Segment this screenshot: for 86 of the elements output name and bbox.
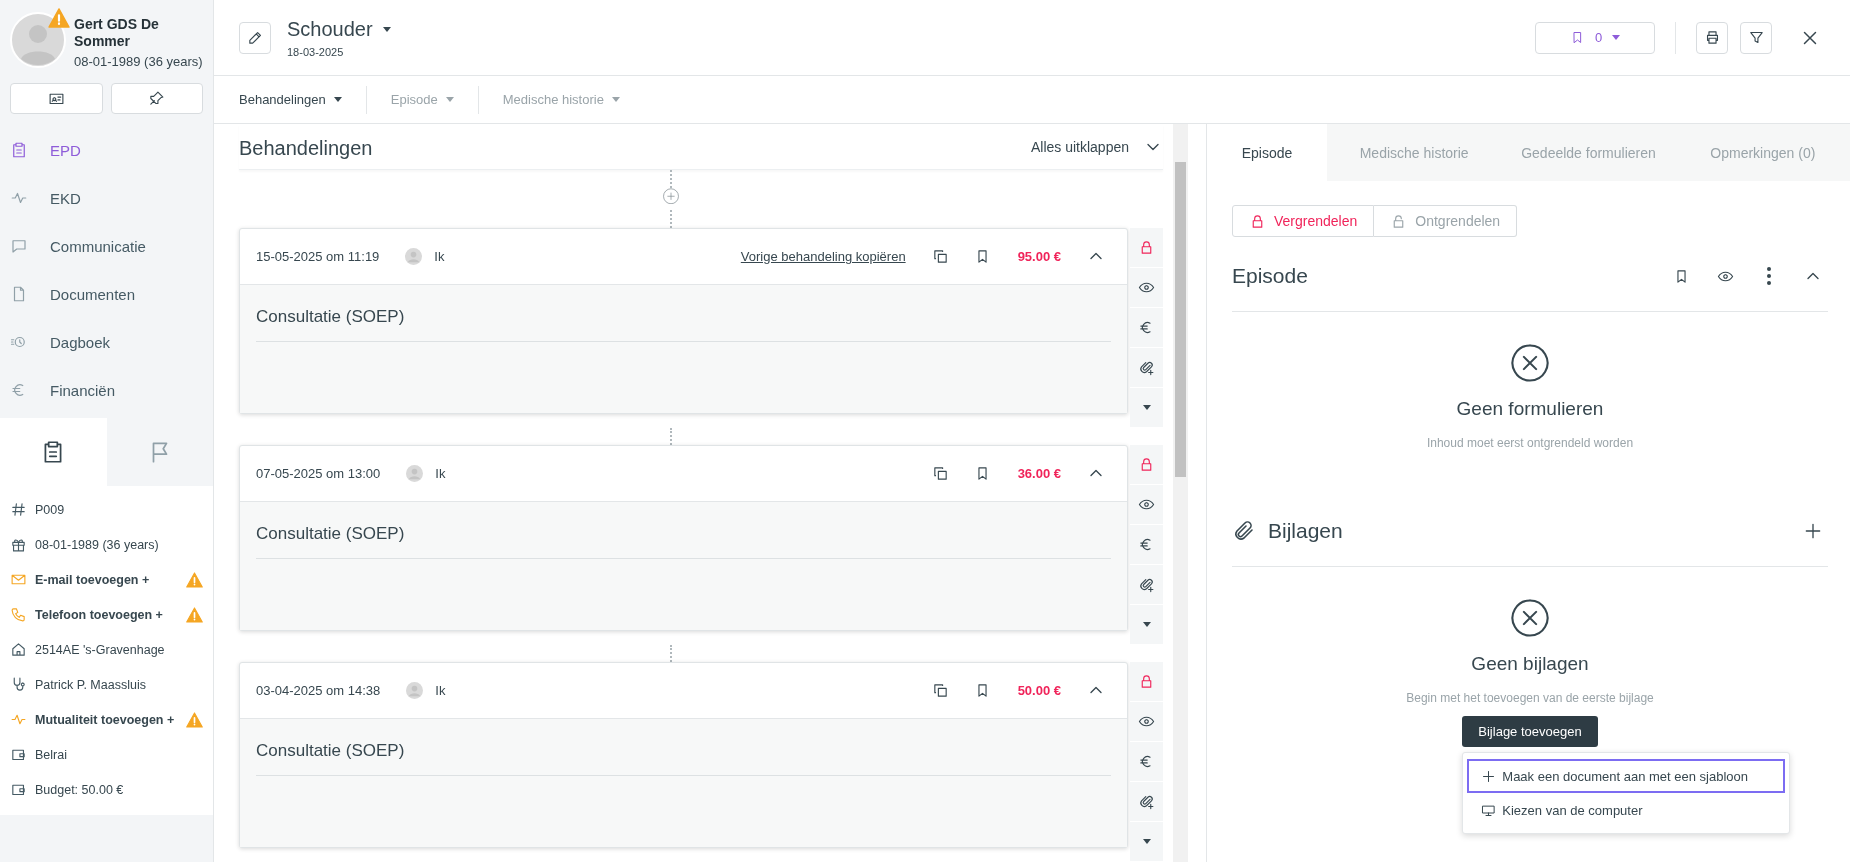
plus-icon — [1803, 521, 1823, 541]
chat-bubble-icon — [10, 237, 28, 255]
hash-icon — [10, 501, 27, 518]
caret-icon — [382, 26, 391, 32]
treatment-date: 07-05-2025 om 13:00 — [256, 465, 381, 481]
caret-icon — [1612, 35, 1621, 40]
add-info-link[interactable]: Telefoon toevoegen + — [35, 607, 178, 622]
caret-icon — [611, 97, 620, 102]
avatar-icon — [10, 12, 66, 68]
caret-icon — [1142, 839, 1151, 844]
treatment-price: 36.00 € — [1017, 465, 1061, 481]
paperclip-plus-icon — [1138, 793, 1155, 810]
copy-previous-link[interactable]: Vorige behandeling kopiëren — [740, 248, 906, 264]
print-button[interactable] — [1696, 21, 1728, 54]
filter-button[interactable] — [1740, 21, 1772, 54]
sidebar-nav-item[interactable]: EPD — [0, 126, 213, 174]
copy-icon — [932, 247, 950, 265]
caret-icon — [1142, 621, 1151, 627]
menu-item[interactable]: Maak een document aan met een sjabloon — [1467, 759, 1786, 793]
clipboard-tab[interactable] — [0, 418, 107, 486]
panel-tab[interactable]: Episode — [1207, 124, 1327, 181]
scrollbar-thumb[interactable] — [1175, 162, 1186, 477]
treatment-date: 03-04-2025 om 14:38 — [256, 683, 381, 698]
caret-icon — [333, 97, 342, 102]
patient-info-text: 2514AE 's-Gravenhage — [35, 642, 166, 657]
patient-info-text: Belrai — [35, 747, 68, 762]
copy-icon — [932, 464, 950, 482]
treatment-date: 15-05-2025 om 11:19 — [256, 248, 380, 264]
patient-info-text: 08-01-1989 (36 years) — [35, 537, 160, 552]
add-info-link[interactable]: Mutualiteit toevoegen + — [35, 712, 178, 727]
patient-name: Gert GDS De Sommer — [74, 16, 160, 50]
patient-birthdate: 08-01-1989 (36 years) — [74, 54, 204, 69]
menu-item[interactable]: Kiezen van de computer — [1467, 793, 1786, 827]
sidebar-nav-item[interactable]: Communicatie — [0, 222, 213, 270]
monitor-icon — [1481, 802, 1497, 818]
caret-icon — [1142, 404, 1151, 410]
plus-icon — [1481, 768, 1497, 784]
section-title: Bijlagen — [1268, 519, 1343, 543]
treatment-user: Ik — [435, 465, 446, 481]
filter-icon — [1747, 29, 1765, 46]
expand-all-button[interactable]: Alles uitklappen — [1030, 136, 1163, 157]
patient-card-button[interactable] — [10, 83, 103, 114]
empty-state-text: Inhoud moet eerst ontgrendeld worden — [1426, 436, 1634, 450]
empty-state-text: Begin met het toevoegen van de eerste bijlage — [1406, 691, 1654, 705]
patient-info-text: Patrick P. Maassluis — [35, 677, 147, 692]
add-attachment-button[interactable]: Bijlage toevoegen — [1462, 716, 1598, 747]
warning-icon — [48, 8, 70, 28]
section-title: Episode — [1232, 264, 1308, 288]
treatment-user: Ik — [435, 683, 446, 698]
copy-icon — [932, 682, 950, 699]
clipboard-icon — [10, 141, 28, 159]
add-info-link[interactable]: E-mail toevoegen + — [35, 572, 178, 587]
user-avatar-icon — [406, 464, 424, 482]
warning-icon — [186, 711, 203, 728]
caret-icon — [445, 97, 454, 102]
patient-info-text: Budget: 50.00 € — [35, 782, 125, 797]
empty-state-title: Geen bijlagen — [1471, 653, 1589, 675]
bookmark-dropdown[interactable]: 0 — [1535, 21, 1655, 54]
sidebar-nav-item[interactable]: EKD — [0, 174, 213, 222]
phone-icon — [10, 606, 27, 623]
circle-x-icon — [1509, 342, 1551, 384]
sidebar-nav-item[interactable]: Financiën — [0, 366, 213, 414]
episode-title[interactable]: Schouder — [287, 17, 373, 41]
treatment-price: 95.00 € — [1017, 248, 1061, 264]
user-avatar-icon — [406, 682, 424, 699]
lock-button[interactable]: Vergrendelen — [1232, 205, 1375, 237]
edit-button[interactable] — [239, 21, 271, 54]
house-icon — [10, 641, 27, 658]
empty-state-title: Geen formulieren — [1456, 398, 1604, 420]
warning-icon — [186, 571, 203, 588]
warning-icon — [186, 606, 203, 623]
user-avatar-icon — [405, 247, 423, 265]
patient-info-text: P009 — [35, 502, 66, 517]
paperclip-icon — [1232, 519, 1256, 543]
sidebar-nav-item[interactable]: Dagboek — [0, 318, 213, 366]
view-dropdown[interactable]: Behandelingen — [239, 92, 342, 107]
treatment-price: 50.00 € — [1017, 683, 1061, 698]
circle-x-icon — [1509, 597, 1551, 639]
treatment-user: Ik — [434, 248, 445, 264]
gift-icon — [10, 536, 27, 553]
pin-icon — [148, 90, 166, 107]
pencil-icon — [246, 29, 264, 46]
vertical-dots-icon — [1767, 267, 1771, 285]
episode-date: 18-03-2025 — [287, 45, 345, 58]
sidebar-nav-item[interactable]: Documenten — [0, 270, 213, 318]
section-title: Behandelingen — [239, 136, 373, 161]
